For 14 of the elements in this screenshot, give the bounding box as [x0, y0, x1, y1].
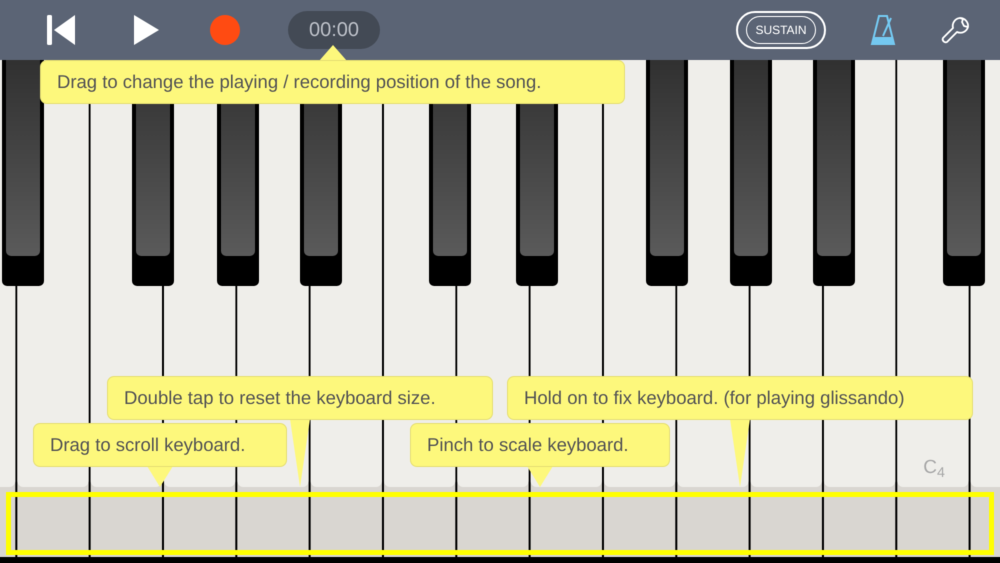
time-display[interactable]: 00:00 — [288, 11, 380, 49]
sustain-button[interactable]: SUSTAIN — [736, 11, 826, 49]
settings-icon[interactable] — [940, 14, 972, 46]
tooltip-pointer — [290, 419, 310, 487]
metronome-icon[interactable] — [870, 14, 896, 46]
tooltip-pointer — [730, 419, 750, 487]
tooltip-pointer — [319, 45, 347, 61]
tooltip: Double tap to reset the keyboard size. — [107, 376, 493, 420]
play-icon[interactable] — [132, 14, 160, 46]
tooltip: Hold on to fix keyboard. (for playing glissando) — [507, 376, 973, 420]
note-label: C$_{4}$ — [923, 458, 945, 477]
tooltip-pointer — [527, 466, 553, 487]
skip-back-icon[interactable] — [46, 14, 76, 46]
tooltip-pointer — [147, 466, 173, 487]
